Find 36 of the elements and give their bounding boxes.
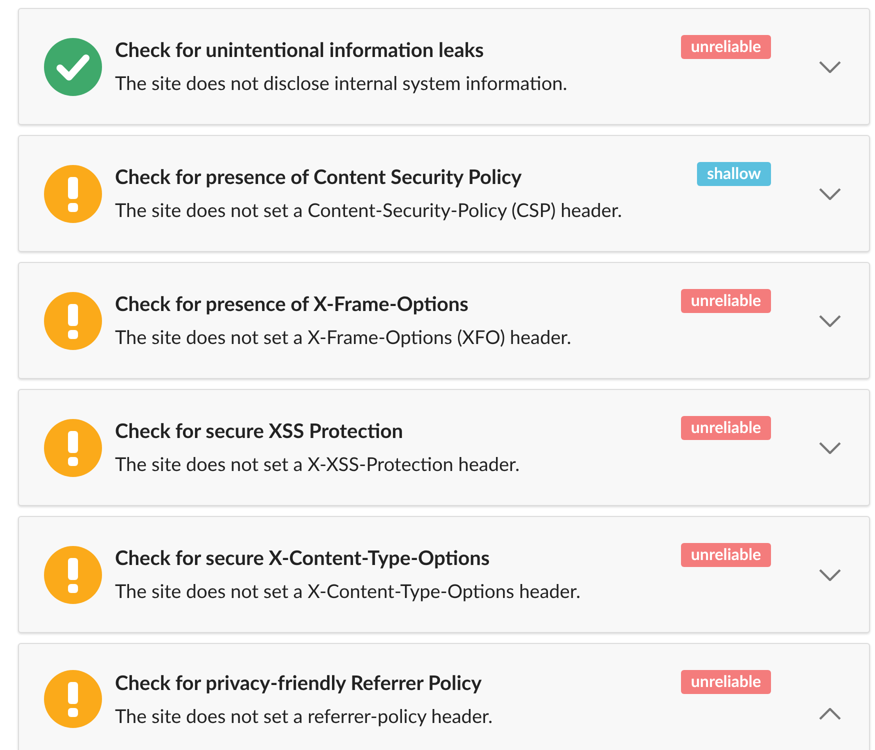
chevron-down-icon[interactable] bbox=[819, 314, 841, 326]
exclamation-circle-icon bbox=[44, 292, 102, 350]
check-card[interactable]: Check for presence of Content Security Policy The site does not set a Content-Security-Policy (CSP) header. shallow bbox=[18, 135, 870, 252]
check-description: The site does not set a Content-Security-Policy (CSP) header. bbox=[115, 198, 623, 224]
exclamation-circle-icon bbox=[44, 546, 102, 604]
status-badge: unreliable bbox=[680, 670, 771, 694]
status-badge: unreliable bbox=[680, 35, 771, 59]
status-badge: unreliable bbox=[680, 289, 771, 313]
check-title: Check for unintentional information leaks bbox=[115, 36, 485, 62]
exclamation-circle-icon bbox=[44, 670, 102, 728]
status-badge: shallow bbox=[696, 162, 771, 186]
chevron-down-icon[interactable] bbox=[819, 60, 841, 72]
check-card[interactable]: Check for secure XSS Protection The site does not set a X-XSS-Protection header. unreliable bbox=[18, 389, 870, 506]
chevron-down-icon[interactable] bbox=[819, 188, 841, 200]
chevron-down-icon[interactable] bbox=[819, 442, 841, 454]
check-card[interactable]: Check for secure X-Content-Type-Options The site does not set a X-Content-Type-Options header. unreliable bbox=[18, 516, 870, 633]
status-badge: unreliable bbox=[680, 543, 771, 567]
check-title: Check for privacy-friendly Referrer Policy bbox=[115, 670, 483, 696]
exclamation-circle-icon bbox=[44, 164, 102, 222]
check-title: Check for secure XSS Protection bbox=[115, 418, 404, 444]
chevron-down-icon[interactable] bbox=[819, 568, 841, 580]
check-description: The site does not disclose internal system information. bbox=[115, 70, 568, 96]
check-title: Check for presence of Content Security Policy bbox=[115, 164, 523, 190]
check-title: Check for secure X-Content-Type-Options bbox=[115, 544, 491, 570]
status-badge: unreliable bbox=[680, 416, 771, 440]
check-circle-icon bbox=[44, 38, 102, 96]
exclamation-circle-icon bbox=[44, 418, 102, 476]
chevron-up-icon[interactable] bbox=[819, 708, 841, 720]
check-title: Check for presence of X-Frame-Options bbox=[115, 290, 470, 316]
check-description: The site does not set a X-Content-Type-Options header. bbox=[115, 578, 582, 604]
check-card[interactable]: Check for unintentional information leaks The site does not disclose internal system information. unreliable bbox=[18, 8, 870, 125]
check-description: The site does not set a X-XSS-Protection header. bbox=[115, 452, 521, 478]
check-card[interactable]: Check for privacy-friendly Referrer Policy The site does not set a referrer-policy header. unreliable bbox=[18, 643, 870, 750]
check-card[interactable]: Check for presence of X-Frame-Options The site does not set a X-Frame-Options (XFO) header. unreliable bbox=[18, 262, 870, 379]
check-description: The site does not set a referrer-policy header. bbox=[115, 704, 494, 730]
check-description: The site does not set a X-Frame-Options (XFO) header. bbox=[115, 324, 572, 350]
